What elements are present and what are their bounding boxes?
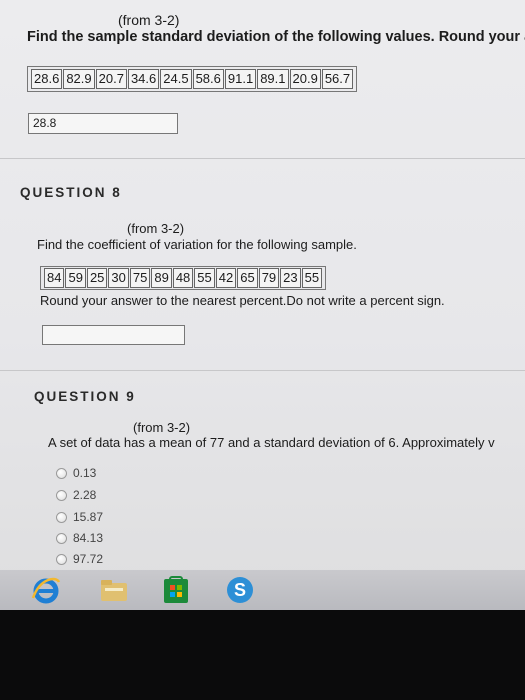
value-cell: 91.1 [224,69,257,89]
radio-button[interactable] [56,489,67,501]
option-label: 2.28 [73,488,97,502]
q7-prompt: Find the sample standard deviation of th… [27,29,525,45]
value-cell: 42 [215,268,237,288]
svg-text:S: S [234,580,246,600]
value-cell: 25 [86,268,108,288]
store-icon[interactable] [160,574,192,606]
value-cell: 56.7 [321,69,354,89]
value-cell: 59 [65,268,86,288]
ie-icon[interactable] [30,574,62,606]
q9-option[interactable]: 0.13 [56,466,96,480]
radio-button[interactable] [56,511,67,523]
q7-subtitle: (from 3-2) [118,12,180,28]
q7-values-row: 28.6 82.9 20.7 34.6 24.5 58.6 91.1 89.1 … [27,66,358,92]
radio-button[interactable] [56,532,67,544]
value-cell: 65 [237,268,258,288]
value-cell: 58.6 [192,69,224,89]
value-cell: 20.7 [95,69,127,89]
divider [0,158,525,159]
q8-prompt: Find the coefficient of variation for th… [37,237,357,252]
value-cell: 20.9 [289,69,321,89]
q9-option[interactable]: 84.13 [56,531,103,545]
value-cell: 48 [172,268,194,288]
value-cell: 34.6 [127,69,160,89]
value-cell: 28.6 [31,69,63,89]
q9-heading: QUESTION 9 [34,389,136,404]
option-label: 84.13 [73,531,104,545]
value-cell: 55 [194,268,215,288]
q9-subtitle: (from 3-2) [133,420,191,435]
file-explorer-icon[interactable] [98,574,130,606]
q9-prompt: A set of data has a mean of 77 and a sta… [48,435,495,450]
q7-answer-input[interactable]: 28.8 [28,113,178,134]
value-cell: 30 [108,268,129,288]
value-cell: 75 [129,268,151,288]
skype-icon[interactable]: S [224,574,256,606]
q8-subtitle: (from 3-2) [127,221,185,236]
quiz-page: (from 3-2) Find the sample standard devi… [0,0,525,610]
q9-option[interactable]: 15.87 [56,510,103,524]
q9-option[interactable]: 2.28 [56,488,96,502]
value-cell: 23 [280,268,301,288]
q8-instruction: Round your answer to the nearest percent… [40,293,445,308]
divider [0,370,525,371]
value-cell: 79 [258,268,280,288]
value-cell: 84 [44,268,65,288]
option-label: 15.87 [73,510,104,524]
option-label: 97.72 [73,552,104,566]
value-cell: 89 [151,268,172,288]
q8-values-row: 84 59 25 30 75 89 48 55 42 65 79 23 55 [40,266,327,290]
radio-button[interactable] [56,553,67,565]
radio-button[interactable] [56,467,67,479]
value-cell: 55 [301,268,323,288]
q9-option[interactable]: 97.72 [56,552,103,566]
taskbar: S [0,570,525,610]
option-label: 0.13 [73,466,97,480]
value-cell: 89.1 [257,69,289,89]
value-cell: 24.5 [160,69,192,89]
value-cell: 82.9 [63,69,95,89]
q8-heading: QUESTION 8 [20,185,122,200]
q8-answer-input[interactable] [42,325,185,345]
